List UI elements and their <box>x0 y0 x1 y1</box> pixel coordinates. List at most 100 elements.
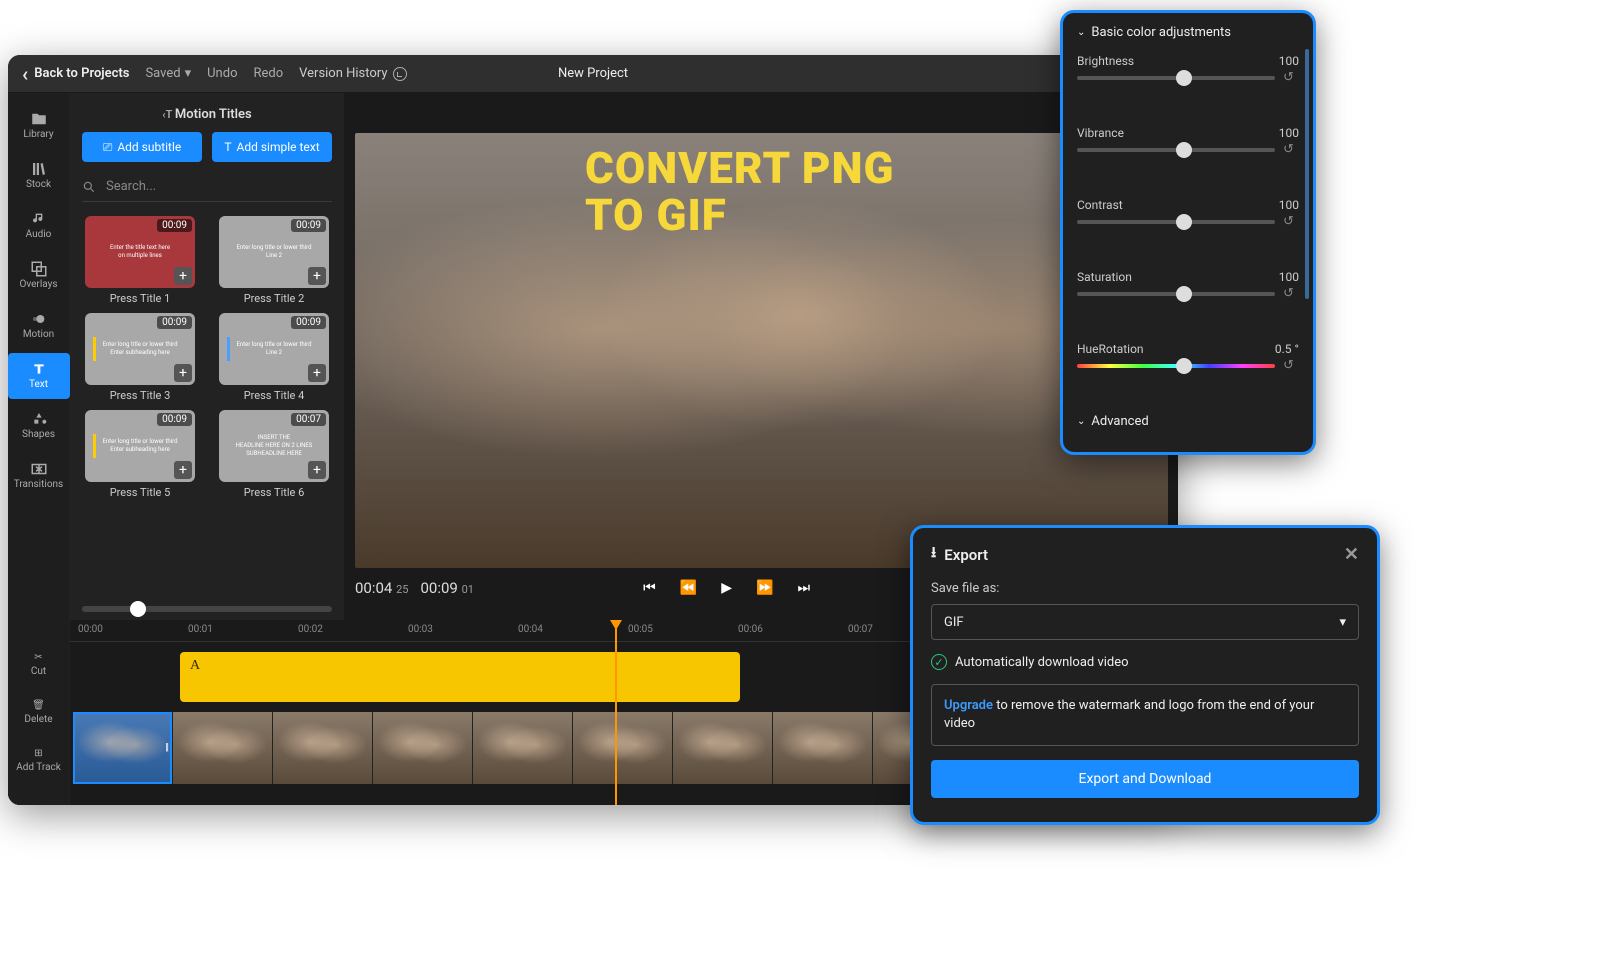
text-icon <box>30 362 48 376</box>
scrollbar[interactable] <box>1305 49 1309 299</box>
template-item[interactable]: 00:09Enter long title or lower thirdEnte… <box>82 410 198 499</box>
back-to-projects-button[interactable]: Back to Projects <box>22 66 129 81</box>
video-clip[interactable] <box>273 712 373 784</box>
ruler-tick: 00:05 <box>628 624 653 635</box>
slider-thumb[interactable] <box>1176 286 1192 302</box>
nav-motion[interactable]: Motion <box>8 303 70 349</box>
slider-thumb[interactable] <box>1176 70 1192 86</box>
delete-button[interactable]: 🗑Delete <box>24 700 52 725</box>
overlays-icon <box>30 262 48 276</box>
nav-stock[interactable]: Stock <box>8 153 70 199</box>
video-clip[interactable] <box>173 712 273 784</box>
add-template-button[interactable]: + <box>308 461 326 479</box>
undo-button[interactable]: Undo <box>207 66 237 81</box>
video-clip[interactable] <box>573 712 673 784</box>
slider-track[interactable]: ↺ <box>1077 76 1275 80</box>
slider-vibrance: Vibrance100↺ <box>1077 126 1299 182</box>
template-duration: 00:09 <box>157 219 192 232</box>
nav-audio[interactable]: Audio <box>8 203 70 249</box>
video-clip[interactable] <box>673 712 773 784</box>
search-input[interactable]: Search... <box>82 172 332 202</box>
slider-track[interactable]: ↺ <box>1077 148 1275 152</box>
slider-brightness: Brightness 100 ↺ <box>1077 54 1299 110</box>
ruler-tick: 00:02 <box>298 624 323 635</box>
template-label: Press Title 6 <box>244 486 305 499</box>
template-duration: 00:09 <box>157 316 192 329</box>
reset-icon[interactable]: ↺ <box>1283 214 1297 228</box>
nav-overlays[interactable]: Overlays <box>8 253 70 299</box>
books-icon <box>30 162 48 176</box>
template-item[interactable]: 00:09Enter the title text hereon multipl… <box>82 216 198 305</box>
nav-text[interactable]: Text <box>8 353 70 399</box>
add-subtitle-button[interactable]: ⎚Add subtitle <box>82 132 202 162</box>
add-template-button[interactable]: + <box>174 364 192 382</box>
reset-icon[interactable]: ↺ <box>1283 142 1297 156</box>
slider-name: Saturation <box>1077 270 1132 284</box>
music-icon <box>30 212 48 226</box>
template-label: Press Title 2 <box>244 292 305 305</box>
folder-icon <box>30 112 48 126</box>
slider-track[interactable]: ↺ <box>1077 364 1275 368</box>
template-item[interactable]: 00:09Enter long title or lower thirdEnte… <box>82 313 198 402</box>
version-history-button[interactable]: Version History <box>299 66 407 81</box>
add-track-button[interactable]: ⊞Add Track <box>16 748 61 773</box>
text-t-icon: T <box>224 140 231 154</box>
text-track-clip[interactable]: A <box>180 652 740 702</box>
slider-name: Brightness <box>1077 54 1134 68</box>
template-label: Press Title 3 <box>110 389 171 402</box>
add-simple-text-button[interactable]: TAdd simple text <box>212 132 332 162</box>
export-download-button[interactable]: Export and Download <box>931 760 1359 798</box>
format-select[interactable]: GIF▾ <box>931 604 1359 640</box>
add-template-button[interactable]: + <box>174 461 192 479</box>
reset-icon[interactable]: ↺ <box>1283 358 1297 372</box>
video-canvas[interactable]: CONVERT PNGTO GIF <box>355 133 1168 568</box>
slider-thumb[interactable] <box>1176 214 1192 230</box>
saved-status-dropdown[interactable]: Saved▾ <box>145 66 191 81</box>
template-item[interactable]: 00:09Enter long title or lower thirdLine… <box>216 216 332 305</box>
slider-thumb[interactable] <box>1176 358 1192 374</box>
play-button[interactable]: ▶ <box>721 580 732 596</box>
video-clip[interactable] <box>73 712 173 784</box>
advanced-section-header[interactable]: ⌄Advanced <box>1077 414 1299 429</box>
slider-track[interactable]: ↺ <box>1077 292 1275 296</box>
slider-name: Contrast <box>1077 198 1123 212</box>
topbar: Back to Projects Saved▾ Undo Redo Versio… <box>8 55 1178 93</box>
slider-huerotation: HueRotation0.5 °↺ <box>1077 342 1299 398</box>
video-clip[interactable] <box>473 712 573 784</box>
template-item[interactable]: 00:09Enter long title or lower thirdLine… <box>216 313 332 402</box>
slider-contrast: Contrast100↺ <box>1077 198 1299 254</box>
nav-library[interactable]: Library <box>8 103 70 149</box>
template-item[interactable]: 00:07INSERT THEHEADLINE HERE ON 2 LINESS… <box>216 410 332 499</box>
shapes-icon <box>30 412 48 426</box>
nav-transitions[interactable]: Transitions <box>8 453 70 499</box>
video-clip[interactable] <box>773 712 873 784</box>
slider-thumb[interactable] <box>1176 142 1192 158</box>
forward-button[interactable]: ⏩ <box>756 580 773 596</box>
auto-download-checkbox[interactable]: ✓ <box>931 654 947 670</box>
slider-name: Vibrance <box>1077 126 1124 140</box>
redo-button[interactable]: Redo <box>253 66 283 81</box>
canvas-title-text[interactable]: CONVERT PNGTO GIF <box>585 145 894 239</box>
upgrade-link[interactable]: Upgrade <box>944 698 993 713</box>
cut-button[interactable]: ✂Cut <box>31 652 46 677</box>
reset-icon[interactable]: ↺ <box>1283 70 1297 84</box>
basic-color-section-header[interactable]: ⌄Basic color adjustments <box>1077 25 1299 40</box>
reset-icon[interactable]: ↺ <box>1283 286 1297 300</box>
add-template-button[interactable]: + <box>308 267 326 285</box>
cc-icon: ⎚ <box>103 140 113 155</box>
add-template-button[interactable]: + <box>174 267 192 285</box>
save-as-label: Save file as: <box>931 581 1359 596</box>
slider-value: 100 <box>1279 54 1299 68</box>
video-clip[interactable] <box>373 712 473 784</box>
skip-start-button[interactable]: ⏮ <box>643 580 656 596</box>
nav-shapes[interactable]: Shapes <box>8 403 70 449</box>
slider-track[interactable]: ↺ <box>1077 220 1275 224</box>
skip-end-button[interactable]: ⏭ <box>797 580 810 596</box>
rewind-button[interactable]: ⏪ <box>680 580 697 596</box>
template-grid: 00:09Enter the title text hereon multipl… <box>82 216 332 499</box>
panel-zoom-slider[interactable] <box>82 606 332 612</box>
add-template-button[interactable]: + <box>308 364 326 382</box>
ruler-tick: 00:01 <box>188 624 213 635</box>
playhead[interactable] <box>615 620 617 805</box>
close-icon[interactable]: ✕ <box>1344 544 1359 565</box>
